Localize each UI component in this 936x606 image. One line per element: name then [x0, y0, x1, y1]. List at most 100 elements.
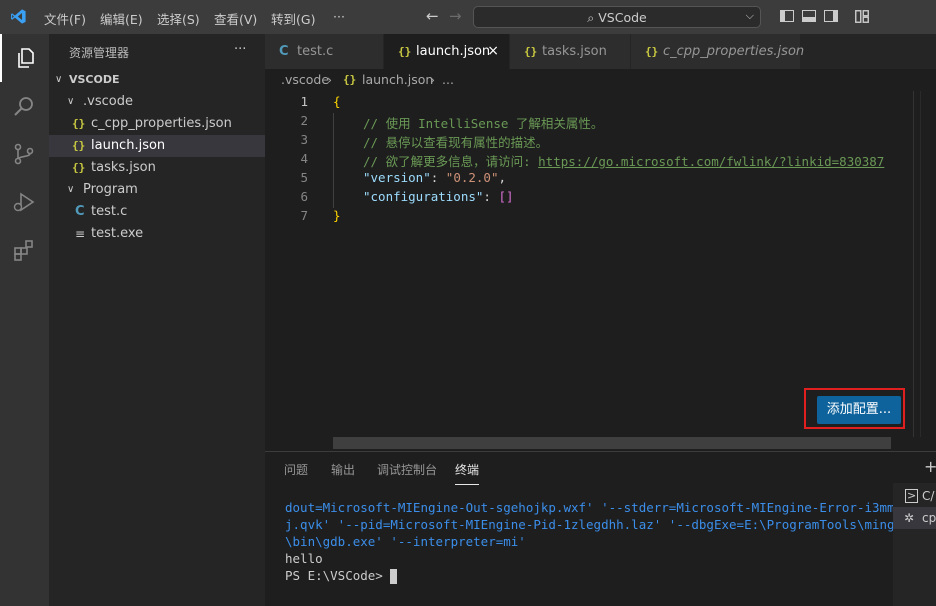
- back-arrow-icon[interactable]: ←: [426, 7, 439, 25]
- tree-item-label: test.c: [91, 204, 128, 219]
- json-key: "configurations": [363, 189, 484, 204]
- menu-file[interactable]: 文件(F): [44, 9, 86, 28]
- explorer-activity[interactable]: [0, 34, 51, 82]
- json-file-icon: {}: [72, 161, 86, 174]
- terminal-icon: >: [905, 489, 919, 503]
- tree-item-label: test.exe: [91, 226, 144, 241]
- close-icon[interactable]: ×: [487, 34, 499, 69]
- tab-test-c[interactable]: C test.c: [265, 34, 384, 69]
- forward-arrow-icon[interactable]: →: [449, 7, 462, 25]
- tree-file-test-exe[interactable]: ≡ test.exe: [49, 223, 265, 245]
- json-separator: :: [483, 189, 499, 204]
- tab-c-cpp-properties[interactable]: {} c_cpp_properties.json: [631, 34, 804, 69]
- run-debug-activity[interactable]: [0, 178, 49, 226]
- tree-item-label: launch.json: [91, 138, 166, 153]
- code-line-1: {: [333, 94, 341, 109]
- menu-go[interactable]: 转到(G): [271, 9, 315, 28]
- terminal-list-item[interactable]: ✲ cp: [893, 507, 936, 529]
- extensions-activity[interactable]: [0, 226, 49, 274]
- tree-file-c-cpp-properties[interactable]: {} c_cpp_properties.json: [49, 113, 265, 135]
- panel-tab-problems[interactable]: 问题: [284, 461, 308, 478]
- tree-file-tasks[interactable]: {} tasks.json: [49, 157, 265, 179]
- chevron-down-icon: ∨: [55, 74, 63, 85]
- terminal-cursor: [390, 569, 398, 584]
- search-activity[interactable]: [0, 82, 49, 130]
- tree-folder-program[interactable]: ∨ Program: [49, 179, 265, 201]
- json-file-icon: {}: [343, 73, 357, 86]
- workspace-root[interactable]: ∨ VSCODE: [49, 69, 265, 91]
- activity-bar: [0, 34, 49, 606]
- explorer-sidebar: 资源管理器 ··· ∨ VSCODE ∨ .vscode {} c_cpp_pr…: [49, 34, 265, 606]
- json-key: "version": [363, 170, 431, 185]
- workspace-root-label: VSCODE: [69, 73, 120, 86]
- chevron-down-icon: ∨: [67, 96, 75, 107]
- tab-launch-json[interactable]: {} launch.json ×: [384, 34, 510, 69]
- json-file-icon: {}: [72, 139, 86, 152]
- panel-tab-output[interactable]: 输出: [331, 461, 355, 478]
- tree-file-launch[interactable]: {} launch.json: [49, 135, 265, 157]
- tree-item-label: .vscode: [83, 94, 133, 109]
- line-number: 3: [300, 132, 308, 147]
- minimap[interactable]: [920, 91, 936, 437]
- search-label: VSCode: [598, 10, 647, 25]
- json-file-icon: {}: [645, 45, 659, 58]
- tab-label: launch.json: [416, 44, 491, 59]
- breadcrumb-folder[interactable]: .vscode: [281, 69, 329, 91]
- json-value: "0.2.0": [445, 170, 499, 185]
- toggle-panel-icon[interactable]: [802, 10, 816, 22]
- c-file-icon: C: [75, 204, 85, 219]
- code-line-4: // 欲了解更多信息，请访问: https://go.microsoft.com…: [363, 151, 884, 170]
- terminal-list: > C/ ✲ cp: [893, 483, 936, 606]
- horizontal-scrollbar[interactable]: [333, 437, 891, 449]
- panel-tab-debug-console[interactable]: 调试控制台: [377, 461, 437, 478]
- new-terminal-icon[interactable]: +: [924, 457, 936, 476]
- tree-folder-vscode[interactable]: ∨ .vscode: [49, 91, 265, 113]
- run-debug-icon: [13, 192, 35, 212]
- minimap-divider: [913, 91, 914, 437]
- json-separator: :: [430, 170, 446, 185]
- menu-selection[interactable]: 选择(S): [157, 9, 200, 28]
- bottom-panel: 问题 输出 调试控制台 终端 + dout=Microsoft-MIEngine…: [265, 451, 936, 606]
- tab-label: test.c: [297, 44, 334, 59]
- panel-tab-terminal[interactable]: 终端: [455, 461, 480, 485]
- terminal-line: dout=Microsoft-MIEngine-Out-sgehojkp.wxf…: [285, 500, 918, 515]
- customize-layout-icon[interactable]: [855, 10, 869, 23]
- tab-tasks-json[interactable]: {} tasks.json: [510, 34, 631, 69]
- breadcrumb-symbol[interactable]: ...: [442, 69, 454, 91]
- code-line-7: }: [333, 208, 341, 223]
- source-control-activity[interactable]: [0, 130, 49, 178]
- menu-edit[interactable]: 编辑(E): [100, 9, 143, 28]
- debug-bug-icon: ✲: [904, 511, 915, 525]
- chevron-right-icon: ›: [430, 72, 435, 87]
- source-control-icon: [14, 143, 34, 165]
- chevron-down-icon[interactable]: ⌵: [746, 9, 754, 23]
- json-value: []: [498, 189, 514, 204]
- toggle-sidebar-icon[interactable]: [780, 10, 794, 22]
- menu-more[interactable]: ···: [333, 9, 345, 24]
- terminal-list-label: cp: [922, 511, 936, 525]
- line-number: 7: [300, 208, 308, 223]
- tree-item-label: Program: [83, 182, 138, 197]
- doc-link[interactable]: https://go.microsoft.com/fwlink/?linkid=…: [538, 154, 884, 169]
- line-number: 6: [300, 189, 308, 204]
- breadcrumb-file[interactable]: launch.json: [362, 69, 433, 91]
- comment-text: // 欲了解更多信息，请访问:: [363, 154, 539, 169]
- add-configuration-button[interactable]: 添加配置...: [817, 396, 901, 424]
- line-number: 1: [300, 94, 308, 109]
- tree-item-label: c_cpp_properties.json: [91, 116, 232, 131]
- terminal-list-item[interactable]: > C/: [893, 485, 936, 507]
- sidebar-title: 资源管理器: [69, 46, 130, 60]
- terminal-prompt[interactable]: PS E:\VSCode>: [285, 568, 398, 584]
- tree-file-test-c[interactable]: C test.c: [49, 201, 265, 223]
- terminal-line: \bin\gdb.exe' '--interpreter=mi': [285, 534, 526, 549]
- toggle-secondary-sidebar-icon[interactable]: [824, 10, 838, 22]
- command-center-search[interactable]: ⌕ VSCode ⌵: [473, 6, 761, 28]
- chevron-right-icon: ›: [327, 72, 332, 87]
- binary-file-icon: ≡: [75, 227, 86, 241]
- menu-view[interactable]: 查看(V): [214, 9, 257, 28]
- extensions-icon: [14, 240, 33, 261]
- terminal-prompt-text: PS E:\VSCode>: [285, 568, 391, 583]
- more-actions-icon[interactable]: ···: [234, 42, 246, 57]
- terminal-list-label: C/: [922, 489, 935, 503]
- chevron-down-icon: ∨: [67, 184, 75, 195]
